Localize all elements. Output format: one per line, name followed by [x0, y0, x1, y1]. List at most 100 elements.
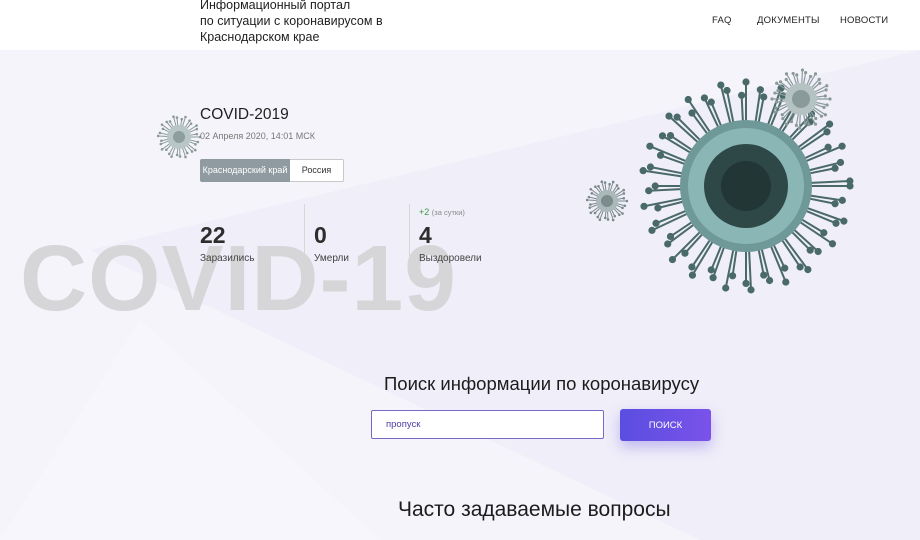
virus-spike-tip	[195, 124, 198, 127]
virus-spike-tip	[590, 192, 594, 195]
virus-spike-tip	[688, 271, 697, 279]
virus-spike-tip	[178, 155, 182, 158]
virus-spike-tip	[728, 272, 737, 280]
virus-spike-tip	[784, 77, 788, 82]
virus-spike-tip	[165, 148, 168, 152]
virus-spike-tip	[824, 88, 828, 92]
virus-spike-tip	[646, 163, 655, 171]
virus-spike-tip	[603, 216, 607, 220]
virus-spike-tip	[774, 106, 778, 110]
virus-small-top-icon	[770, 68, 832, 130]
virus-spike-tip	[803, 121, 807, 125]
virus-spike-tip	[185, 151, 189, 155]
virus-spike-tip	[158, 131, 162, 135]
nav-news[interactable]: НОВОСТИ	[840, 15, 888, 26]
search-title: Поиск информации по коронавирусу	[384, 373, 700, 394]
virus-spike-tip	[795, 73, 799, 77]
virus-spike-tip	[681, 249, 689, 257]
virus-spike-tip	[806, 246, 814, 254]
virus-spike-tip	[157, 134, 160, 138]
virus-spike-tip	[623, 204, 627, 208]
virus-spike-tip	[773, 110, 777, 114]
virus-spike-tip	[588, 206, 592, 209]
virus-spike-tip	[709, 274, 717, 282]
search-button[interactable]: ПОИСК	[620, 409, 711, 441]
virus-spike-tip	[603, 181, 607, 184]
virus-spike-tip	[825, 103, 829, 107]
virus-spike-tip	[818, 81, 822, 85]
virus-spike-tip	[823, 94, 827, 98]
virus-spike-tip	[832, 219, 840, 227]
virus-spike-tip	[172, 115, 175, 119]
virus-spike-tip	[195, 132, 199, 136]
virus-spike	[181, 116, 186, 128]
virus-spike-tip	[175, 153, 179, 157]
faq-title: Часто задаваемые вопросы	[398, 498, 671, 521]
virus-spike	[161, 142, 171, 150]
header: Информационный портал по ситуации с коро…	[0, 0, 920, 50]
site-logo[interactable]: Информационный портал по ситуации с коро…	[200, 0, 400, 45]
virus-spike-tip	[195, 127, 199, 131]
virus-spike-tip	[742, 279, 750, 287]
virus-spike-tip	[776, 89, 780, 93]
virus-spike-tip	[651, 182, 659, 190]
virus-spike-tip	[666, 232, 675, 241]
virus-spike	[187, 143, 196, 151]
virus-spike-tip	[666, 131, 675, 140]
virus-spike-tip	[598, 218, 602, 221]
virus-spike-tip	[589, 211, 593, 215]
virus-spike-tip	[791, 71, 795, 76]
virus-spike-tip	[831, 200, 839, 208]
stat-recovered: +2 (за сутки) 4 Выздоровели	[419, 202, 519, 268]
virus-spike-tip	[622, 188, 626, 192]
tab-krasnodar[interactable]: Краснодарский край	[200, 159, 290, 182]
virus-spike-tip	[654, 204, 662, 212]
virus-spike-tip	[596, 215, 600, 219]
virus-spike-tip	[184, 115, 187, 119]
virus-spike-tip	[760, 93, 768, 101]
virus-spike-tip	[828, 240, 837, 248]
virus-spike-tip	[760, 271, 768, 279]
delta-note: (за сутки)	[431, 208, 465, 217]
page-title: COVID-2019	[200, 106, 289, 123]
virus-spike-tip	[646, 142, 654, 150]
virus-spike-tip	[780, 113, 784, 117]
virus-spike-tip	[658, 132, 667, 140]
virus-spike-tip	[639, 167, 647, 175]
virus-spike-tip	[600, 180, 604, 183]
virus-spike-tip	[622, 197, 626, 200]
virus-spike-tip	[664, 240, 672, 248]
virus-spike-tip	[781, 264, 789, 272]
virus-spike-tip	[611, 180, 615, 184]
virus-spike-tip	[822, 105, 826, 109]
virus-spike-tip	[778, 80, 783, 84]
virus-spike-tip	[617, 187, 620, 190]
virus-spike-tip	[593, 211, 597, 215]
stat-divider	[409, 204, 410, 268]
stat-deaths-label: Умерли	[314, 253, 349, 264]
virus-spike-tip	[160, 123, 164, 126]
virus-spike-tip	[684, 95, 692, 104]
virus-spike-tip	[825, 84, 829, 88]
search-input[interactable]	[371, 410, 604, 439]
nav-faq[interactable]: FAQ	[712, 15, 732, 26]
virus-spike-tip	[611, 218, 615, 222]
virus-spike-tip	[594, 185, 597, 188]
stat-infected: 22 Заразились	[200, 202, 300, 268]
virus-spike	[173, 116, 177, 127]
virus-spike-tip	[747, 286, 755, 294]
virus-spike-tip	[175, 116, 179, 119]
virus-spike-tip	[738, 91, 746, 99]
virus-spike-tip	[159, 142, 163, 146]
virus-spike-tip	[814, 247, 822, 256]
tab-russia[interactable]: Россия	[290, 159, 344, 182]
virus-spike-tip	[804, 265, 812, 274]
virus-spike-tip	[673, 113, 681, 121]
stat-infected-value: 22	[200, 222, 226, 248]
virus-spike-tip	[196, 140, 200, 144]
virus-spike-tip	[808, 74, 813, 79]
virus-spike-tip	[625, 199, 628, 203]
virus-spike-tip	[160, 148, 164, 151]
nav-documents[interactable]: ДОКУМЕНТЫ	[757, 15, 820, 26]
virus-spike-tip	[823, 113, 827, 117]
